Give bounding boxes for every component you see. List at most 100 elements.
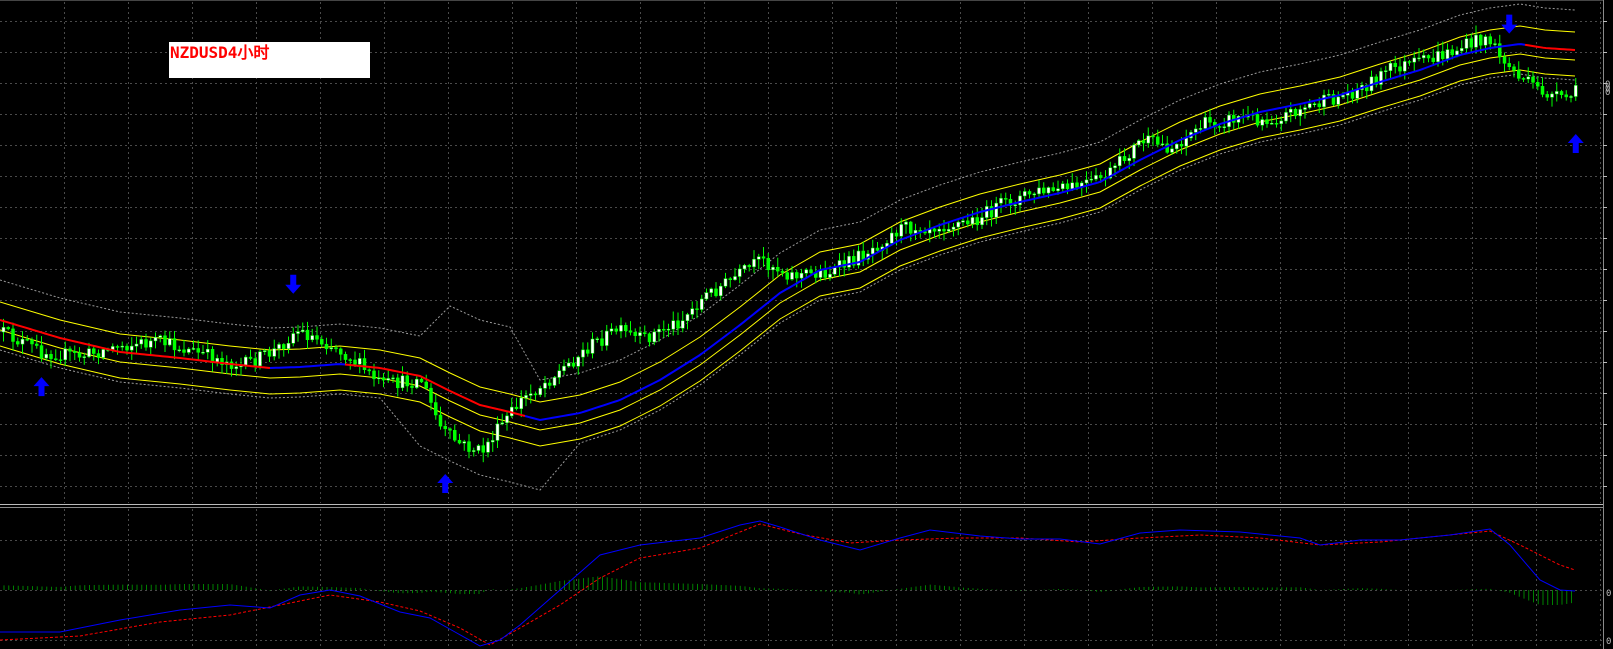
candle <box>904 218 908 234</box>
candle <box>761 247 766 267</box>
candle <box>1564 90 1568 101</box>
candle-body-bearish <box>785 272 789 280</box>
candle-body-bullish <box>400 375 405 389</box>
candle-body-bearish <box>600 338 604 346</box>
candle <box>1388 60 1393 80</box>
candle-body-bearish <box>942 228 946 232</box>
candle-body-bullish <box>191 348 196 350</box>
candle-body-bearish <box>448 428 452 431</box>
candle-body-bearish <box>643 332 647 334</box>
candle <box>6 326 10 331</box>
candle-body-bearish <box>424 381 428 389</box>
candle-body-bearish <box>1469 38 1473 48</box>
candle-body-bullish <box>1303 107 1307 110</box>
candle <box>638 326 642 344</box>
candle-body-bearish <box>1536 82 1540 87</box>
candle-body-bullish <box>1422 55 1426 59</box>
candle <box>685 312 690 330</box>
candle-body-bullish <box>999 198 1003 204</box>
oscillator-axis-label: 0 <box>1606 637 1611 647</box>
candle-body-bullish <box>985 206 989 218</box>
candle-body-bearish <box>1156 136 1160 145</box>
candle-body-bearish <box>58 359 63 361</box>
oscillator-axis-label: 0 <box>1606 589 1611 599</box>
candle-body-bullish <box>899 224 903 237</box>
candle <box>410 379 414 395</box>
candle-body-bearish <box>875 247 880 251</box>
candle-body-bullish <box>681 320 685 329</box>
candle <box>149 337 153 355</box>
candle <box>1379 67 1383 90</box>
candle <box>168 331 172 347</box>
candle <box>1517 61 1521 82</box>
candle <box>130 337 134 360</box>
candle-body-bullish <box>139 339 143 345</box>
candle <box>989 200 994 227</box>
candle-body-bearish <box>367 369 371 372</box>
candle <box>291 327 295 347</box>
candle-body-bearish <box>1507 63 1511 67</box>
candle-body-bearish <box>305 329 310 341</box>
candle <box>714 282 718 298</box>
candle <box>301 322 305 333</box>
candle <box>738 264 742 284</box>
candle-body-bearish <box>410 385 414 388</box>
candle-body-bullish <box>771 266 775 271</box>
candle <box>329 338 333 352</box>
forex-chart[interactable]: 00000 NZDUSD4小时 <box>0 0 1613 649</box>
candle-body-bullish <box>1403 61 1407 72</box>
candle <box>1331 90 1336 107</box>
candle-body-bullish <box>709 288 713 293</box>
candle <box>742 263 747 273</box>
envelope-lower <box>0 69 1576 447</box>
candle <box>1251 110 1255 121</box>
candle-body-bullish <box>310 335 314 341</box>
candle <box>1431 49 1435 66</box>
candle-body-bearish <box>1398 66 1402 72</box>
candle <box>956 220 960 236</box>
candle <box>239 357 243 376</box>
candle-body-bullish <box>1013 204 1017 207</box>
candle-body-bullish <box>263 350 267 352</box>
signal-line <box>0 523 1576 646</box>
candle <box>339 347 343 361</box>
candle <box>1574 77 1578 101</box>
oscillator-line <box>0 520 1576 647</box>
candle <box>1312 102 1317 108</box>
candle-body-bearish <box>894 232 899 237</box>
candle <box>799 268 804 288</box>
chart-canvas[interactable]: 00000 <box>0 0 1613 649</box>
candle <box>215 354 219 367</box>
candle-body-bearish <box>1265 119 1269 124</box>
candle-body-bearish <box>1540 86 1545 95</box>
candle <box>134 336 139 354</box>
candle <box>1184 129 1188 156</box>
candle-body-bullish <box>1464 38 1469 49</box>
candle-body-bullish <box>519 397 523 409</box>
candle-body-bullish <box>890 232 894 244</box>
candle-body-bullish <box>652 331 656 343</box>
candle <box>1084 171 1089 193</box>
candle-body-bearish <box>1407 61 1412 63</box>
candle-body-bearish <box>25 338 29 341</box>
candle-body-bullish <box>1 327 6 333</box>
candle-body-bullish <box>605 330 609 346</box>
candle-body-bearish <box>514 406 519 409</box>
envelope-bands <box>0 25 1576 447</box>
candle-body-bullish <box>619 325 623 332</box>
candle <box>472 447 476 457</box>
candle-body-bullish <box>1355 89 1359 99</box>
candle-body-bullish <box>947 229 951 232</box>
sell-arrow-icon <box>1501 14 1518 34</box>
candle <box>818 264 823 282</box>
candle-body-bearish <box>1141 140 1146 144</box>
candle-body-bearish <box>1065 183 1070 190</box>
candle-body-bearish <box>714 288 718 297</box>
candle-body-bearish <box>761 256 766 259</box>
candle <box>16 337 20 347</box>
candle-body-bullish <box>1061 183 1065 189</box>
candle-body-bullish <box>1388 62 1393 71</box>
candle <box>286 336 291 354</box>
candle-body-bullish <box>1037 187 1041 195</box>
candle-body-bullish <box>291 333 295 344</box>
